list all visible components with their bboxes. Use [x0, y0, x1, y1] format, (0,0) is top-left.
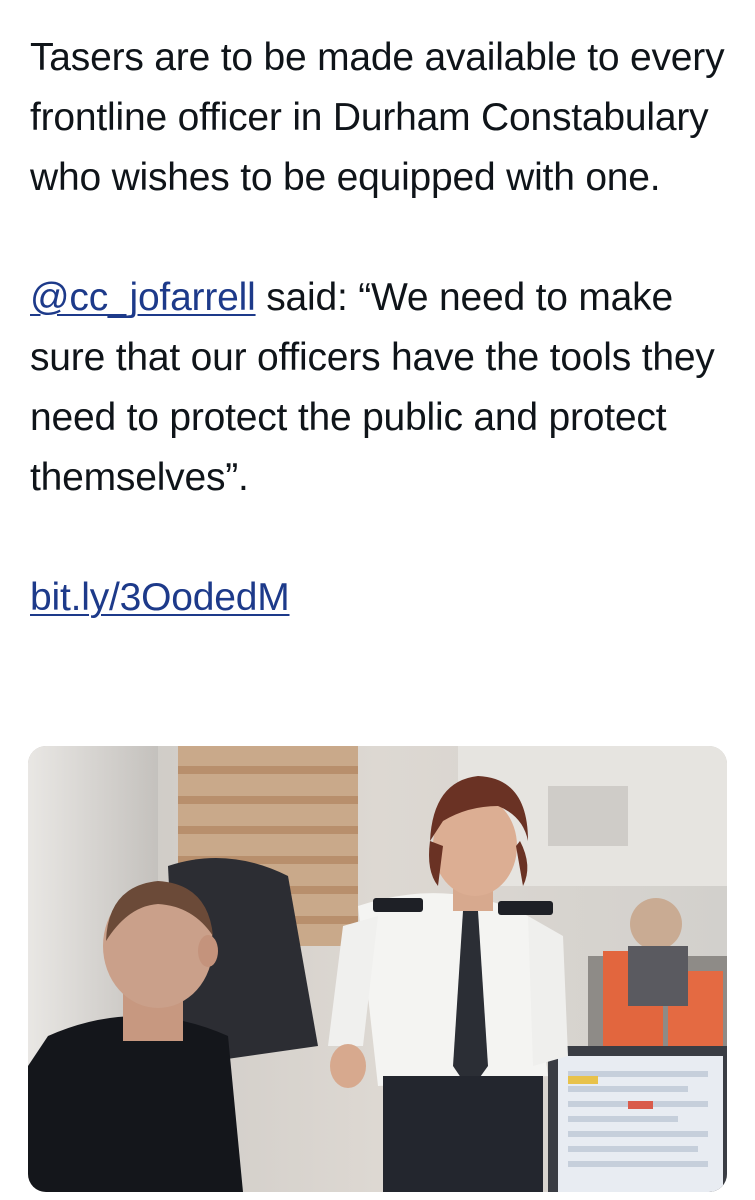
tweet-media-photo[interactable] — [28, 746, 727, 1192]
short-url-link[interactable]: bit.ly/3OodedM — [30, 576, 290, 619]
mention-link[interactable]: @cc_jofarrell — [30, 276, 256, 319]
tweet-paragraph-1: Tasers are to be made available to every… — [30, 36, 725, 199]
tweet-text: Tasers are to be made available to every… — [30, 28, 730, 628]
tweet-paragraph-2: @cc_jofarrell said: “We need to make sur… — [30, 268, 730, 508]
tweet-paragraph-3: bit.ly/3OodedM — [30, 568, 730, 628]
photo-of-officers-icon — [28, 746, 727, 1192]
